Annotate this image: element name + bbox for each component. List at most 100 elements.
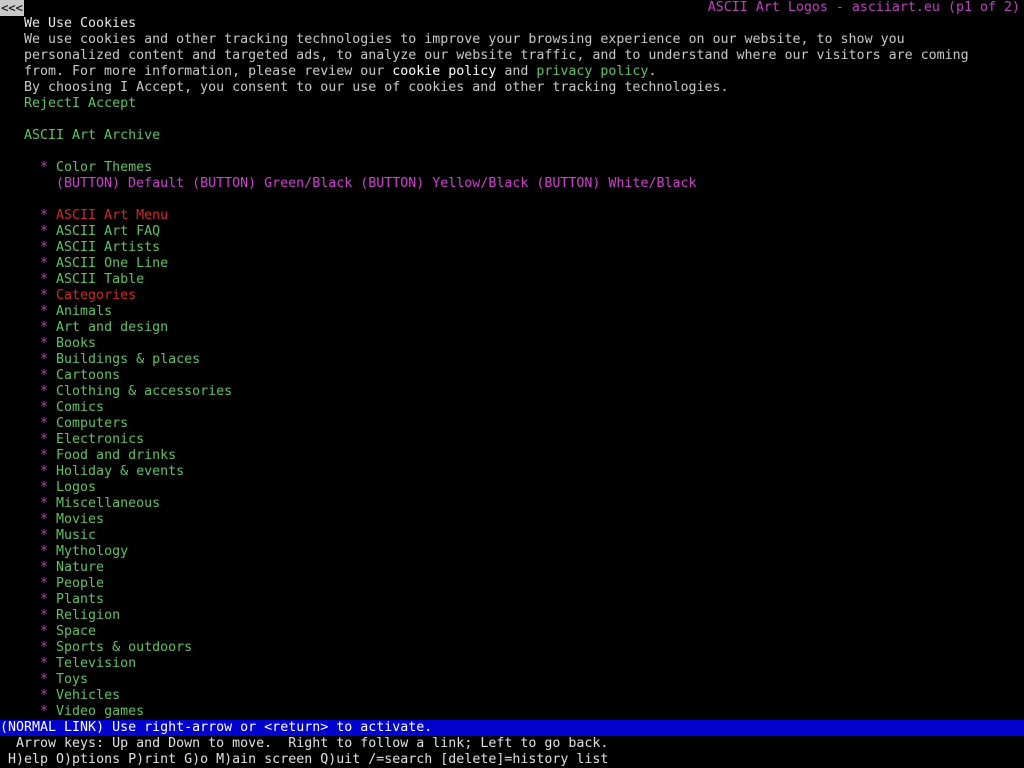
cookie-text-line-3: from. For more information, please revie… bbox=[24, 64, 656, 80]
bullet-icon: * bbox=[40, 304, 49, 319]
bullet-icon: * bbox=[40, 224, 49, 239]
menu-item-link[interactable]: ASCII Artists bbox=[56, 240, 160, 255]
menu-item-link[interactable]: Nature bbox=[56, 560, 104, 575]
back-arrow-icon[interactable]: <<< bbox=[0, 0, 24, 16]
menu-item-link[interactable]: Mythology bbox=[56, 544, 128, 559]
menu-item-link[interactable]: People bbox=[56, 576, 104, 591]
cookie-actions: RejectI Accept bbox=[24, 96, 136, 112]
menu-item-link[interactable]: Miscellaneous bbox=[56, 496, 160, 511]
menu-item: * Art and design bbox=[40, 320, 168, 336]
menu-item-link[interactable]: Space bbox=[56, 624, 96, 639]
bullet-icon: * bbox=[40, 240, 49, 255]
cookie-text-line-3-suffix: . bbox=[648, 64, 657, 79]
menu-item-link[interactable]: Computers bbox=[56, 416, 128, 431]
bullet-icon: * bbox=[40, 416, 49, 431]
bullet-icon: * bbox=[40, 464, 49, 479]
menu-item-link[interactable]: Toys bbox=[56, 672, 88, 687]
bullet-icon: * bbox=[40, 672, 49, 687]
theme-button-green-black[interactable]: (BUTTON) Green/Black bbox=[192, 176, 352, 191]
reject-link[interactable]: Reject bbox=[24, 96, 72, 111]
theme-buttons-row: (BUTTON) Default (BUTTON) Green/Black (B… bbox=[56, 176, 696, 192]
menu-item-link[interactable]: ASCII Table bbox=[56, 272, 144, 287]
menu-item-link[interactable]: ASCII Art Menu bbox=[56, 208, 168, 223]
bullet-icon: * bbox=[40, 592, 49, 607]
menu-item-link[interactable]: Food and drinks bbox=[56, 448, 176, 463]
archive-heading[interactable]: ASCII Art Archive bbox=[24, 128, 160, 144]
bullet-icon: * bbox=[40, 368, 49, 383]
menu-item-link[interactable]: Books bbox=[56, 336, 96, 351]
bullet-icon: * bbox=[40, 160, 49, 175]
menu-item: * Vehicles bbox=[40, 688, 120, 704]
bullet-icon: * bbox=[40, 400, 49, 415]
menu-item-link[interactable]: Electronics bbox=[56, 432, 144, 447]
menu-item-link[interactable]: Holiday & events bbox=[56, 464, 184, 479]
menu-item: * Miscellaneous bbox=[40, 496, 160, 512]
menu-item: * Video games bbox=[40, 704, 144, 720]
bullet-icon: * bbox=[40, 288, 49, 303]
bullet-icon: * bbox=[40, 608, 49, 623]
theme-button-white-black[interactable]: (BUTTON) White/Black bbox=[536, 176, 696, 191]
menu-item-link[interactable]: ASCII Art FAQ bbox=[56, 224, 160, 239]
menu-item: * Mythology bbox=[40, 544, 128, 560]
bullet-icon: * bbox=[40, 208, 49, 223]
theme-button-default[interactable]: (BUTTON) Default bbox=[56, 176, 184, 191]
menu-item-link[interactable]: Vehicles bbox=[56, 688, 120, 703]
menu-item: * Comics bbox=[40, 400, 104, 416]
theme-button-yellow-black[interactable]: (BUTTON) Yellow/Black bbox=[360, 176, 528, 191]
menu-item-link[interactable]: Cartoons bbox=[56, 368, 120, 383]
menu-item-link[interactable]: ASCII One Line bbox=[56, 256, 168, 271]
menu-item-link[interactable]: Clothing & accessories bbox=[56, 384, 232, 399]
help-line-2: H)elp O)ptions P)rint G)o M)ain screen Q… bbox=[0, 752, 609, 767]
menu-item: * ASCII Table bbox=[40, 272, 144, 288]
menu-item-link[interactable]: Logos bbox=[56, 480, 96, 495]
cookie-text-line-2: personalized content and targeted ads, t… bbox=[24, 48, 969, 63]
menu-item: * Toys bbox=[40, 672, 88, 688]
status-bar: (NORMAL LINK) Use right-arrow or <return… bbox=[0, 720, 1024, 736]
privacy-policy-link[interactable]: privacy policy bbox=[536, 64, 648, 79]
bullet-icon: * bbox=[40, 352, 49, 367]
menu-item: * Music bbox=[40, 528, 96, 544]
cookie-text-line-3-and: and bbox=[496, 64, 537, 79]
menu-item-link[interactable]: Video games bbox=[56, 704, 144, 719]
menu-item-link[interactable]: Music bbox=[56, 528, 96, 543]
menu-item: * Clothing & accessories bbox=[40, 384, 232, 400]
menu-item-link[interactable]: Plants bbox=[56, 592, 104, 607]
page-title: ASCII Art Logos - asciiart.eu (p1 of 2) bbox=[707, 0, 1020, 15]
bullet-icon: * bbox=[40, 272, 49, 287]
menu-item: * ASCII Artists bbox=[40, 240, 160, 256]
menu-item-link[interactable]: Television bbox=[56, 656, 136, 671]
menu-item: * Food and drinks bbox=[40, 448, 176, 464]
help-line-1: Arrow keys: Up and Down to move. Right t… bbox=[0, 736, 609, 751]
menu-item: * Categories bbox=[40, 288, 136, 304]
bullet-icon: * bbox=[40, 544, 49, 559]
menu-item: * Nature bbox=[40, 560, 104, 576]
menu-item: * Holiday & events bbox=[40, 464, 184, 480]
cookie-text-line-3-prefix: from. For more information, please revie… bbox=[24, 64, 393, 79]
menu-item-link[interactable]: Categories bbox=[56, 288, 136, 303]
menu-item: * ASCII Art FAQ bbox=[40, 224, 160, 240]
menu-item: * Books bbox=[40, 336, 96, 352]
menu-item: * Electronics bbox=[40, 432, 144, 448]
menu-item-link[interactable]: Buildings & places bbox=[56, 352, 200, 367]
menu-item: * Animals bbox=[40, 304, 112, 320]
cookie-text-line-1: We use cookies and other tracking techno… bbox=[24, 32, 905, 47]
cookie-policy-link[interactable]: cookie policy bbox=[392, 64, 496, 79]
menu-item-link[interactable]: Comics bbox=[56, 400, 104, 415]
bullet-icon: * bbox=[40, 576, 49, 591]
menu-item: * Plants bbox=[40, 592, 104, 608]
bullet-icon: * bbox=[40, 432, 49, 447]
menu-item-link[interactable]: Sports & outdoors bbox=[56, 640, 192, 655]
bullet-icon: * bbox=[40, 704, 49, 719]
menu-item-link[interactable]: Animals bbox=[56, 304, 112, 319]
accept-link[interactable]: I Accept bbox=[72, 96, 136, 111]
menu-item-link[interactable]: Religion bbox=[56, 608, 120, 623]
bullet-icon: * bbox=[40, 448, 49, 463]
menu-item-link[interactable]: Art and design bbox=[56, 320, 168, 335]
bullet-icon: * bbox=[40, 560, 49, 575]
bullet-icon: * bbox=[40, 336, 49, 351]
menu-item-link[interactable]: Movies bbox=[56, 512, 104, 527]
menu-item: * Television bbox=[40, 656, 136, 672]
menu-item: * People bbox=[40, 576, 104, 592]
menu-item: * ASCII One Line bbox=[40, 256, 168, 272]
bullet-icon: * bbox=[40, 480, 49, 495]
